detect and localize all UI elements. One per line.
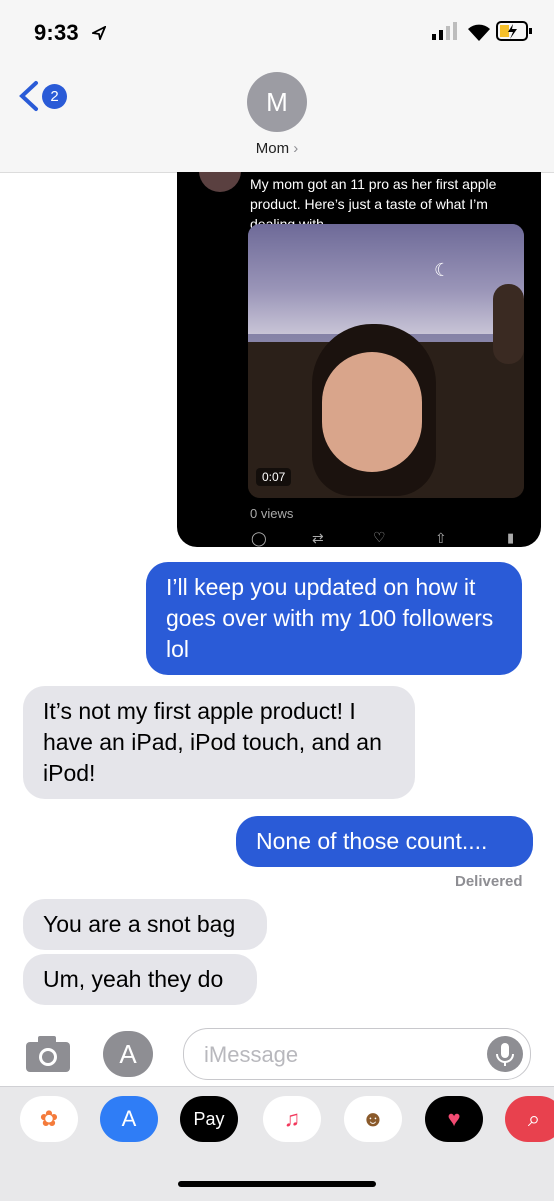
message-input-placeholder: iMessage [204, 1042, 299, 1067]
dictation-button[interactable] [487, 1036, 523, 1072]
contact-name-label: Mom [255, 140, 290, 157]
message-bubble-incoming[interactable]: Um, yeah they do [23, 954, 257, 1005]
microphone-icon [496, 1043, 514, 1066]
chevron-left-icon [19, 81, 38, 111]
tweet-embed[interactable]: My mom got an 11 pro as her first apple … [177, 172, 541, 547]
location-arrow-icon [92, 26, 106, 40]
unread-count-badge[interactable]: 2 [42, 84, 67, 109]
app-store-icon[interactable]: A [100, 1096, 158, 1142]
app-store-button[interactable]: A [103, 1031, 153, 1077]
message-bubble-outgoing[interactable]: I’ll keep you updated on how it goes ove… [146, 562, 522, 675]
status-time: 9:33 [34, 20, 79, 45]
camera-icon [26, 1036, 70, 1072]
chevron-right-icon: › [293, 140, 299, 157]
apple-pay-label: Pay [193, 1109, 225, 1129]
signal-icon [432, 22, 460, 45]
video-edge [493, 284, 524, 364]
like-icon[interactable]: ♡ [373, 529, 386, 546]
message-input[interactable]: iMessage [183, 1028, 531, 1080]
digital-touch-icon[interactable]: ♥ [425, 1096, 483, 1142]
video-duration: 0:07 [256, 468, 292, 486]
tweet-video[interactable]: ☾ 0:07 [248, 224, 524, 498]
animoji-icon[interactable]: ☻ [344, 1096, 402, 1142]
moon-icon: ☾ [434, 260, 451, 280]
retweet-icon[interactable]: ⇄ [312, 530, 324, 547]
share-icon[interactable]: ⇧ [435, 530, 447, 547]
contact-avatar[interactable]: M [247, 72, 307, 132]
analytics-icon[interactable]: ▮ [507, 530, 514, 546]
apple-pay-icon[interactable]: Pay [180, 1096, 238, 1142]
back-button[interactable] [16, 80, 42, 117]
message-bubble-outgoing[interactable]: None of those count.... [236, 816, 533, 867]
message-bubble-incoming[interactable]: You are a snot bag [23, 899, 267, 950]
music-icon[interactable]: ♫ [263, 1096, 321, 1142]
tweet-avatar [199, 172, 241, 192]
home-indicator [178, 1181, 376, 1187]
app-store-icon: A [119, 1039, 137, 1069]
tweet-views: 0 views [250, 506, 294, 521]
contact-name[interactable]: Mom › [230, 140, 324, 157]
camera-button[interactable] [24, 1034, 74, 1079]
photos-icon[interactable]: ✿ [20, 1096, 78, 1142]
message-bubble-incoming[interactable]: It’s not my first apple product! I have … [23, 686, 415, 799]
delivered-status: Delivered [455, 873, 523, 890]
wifi-icon [466, 22, 492, 47]
search-images-icon[interactable]: ⌕ [505, 1096, 554, 1142]
reply-icon[interactable]: ◯ [251, 530, 267, 547]
video-face [322, 352, 422, 472]
battery-icon [496, 20, 536, 49]
video-sky [248, 224, 524, 334]
